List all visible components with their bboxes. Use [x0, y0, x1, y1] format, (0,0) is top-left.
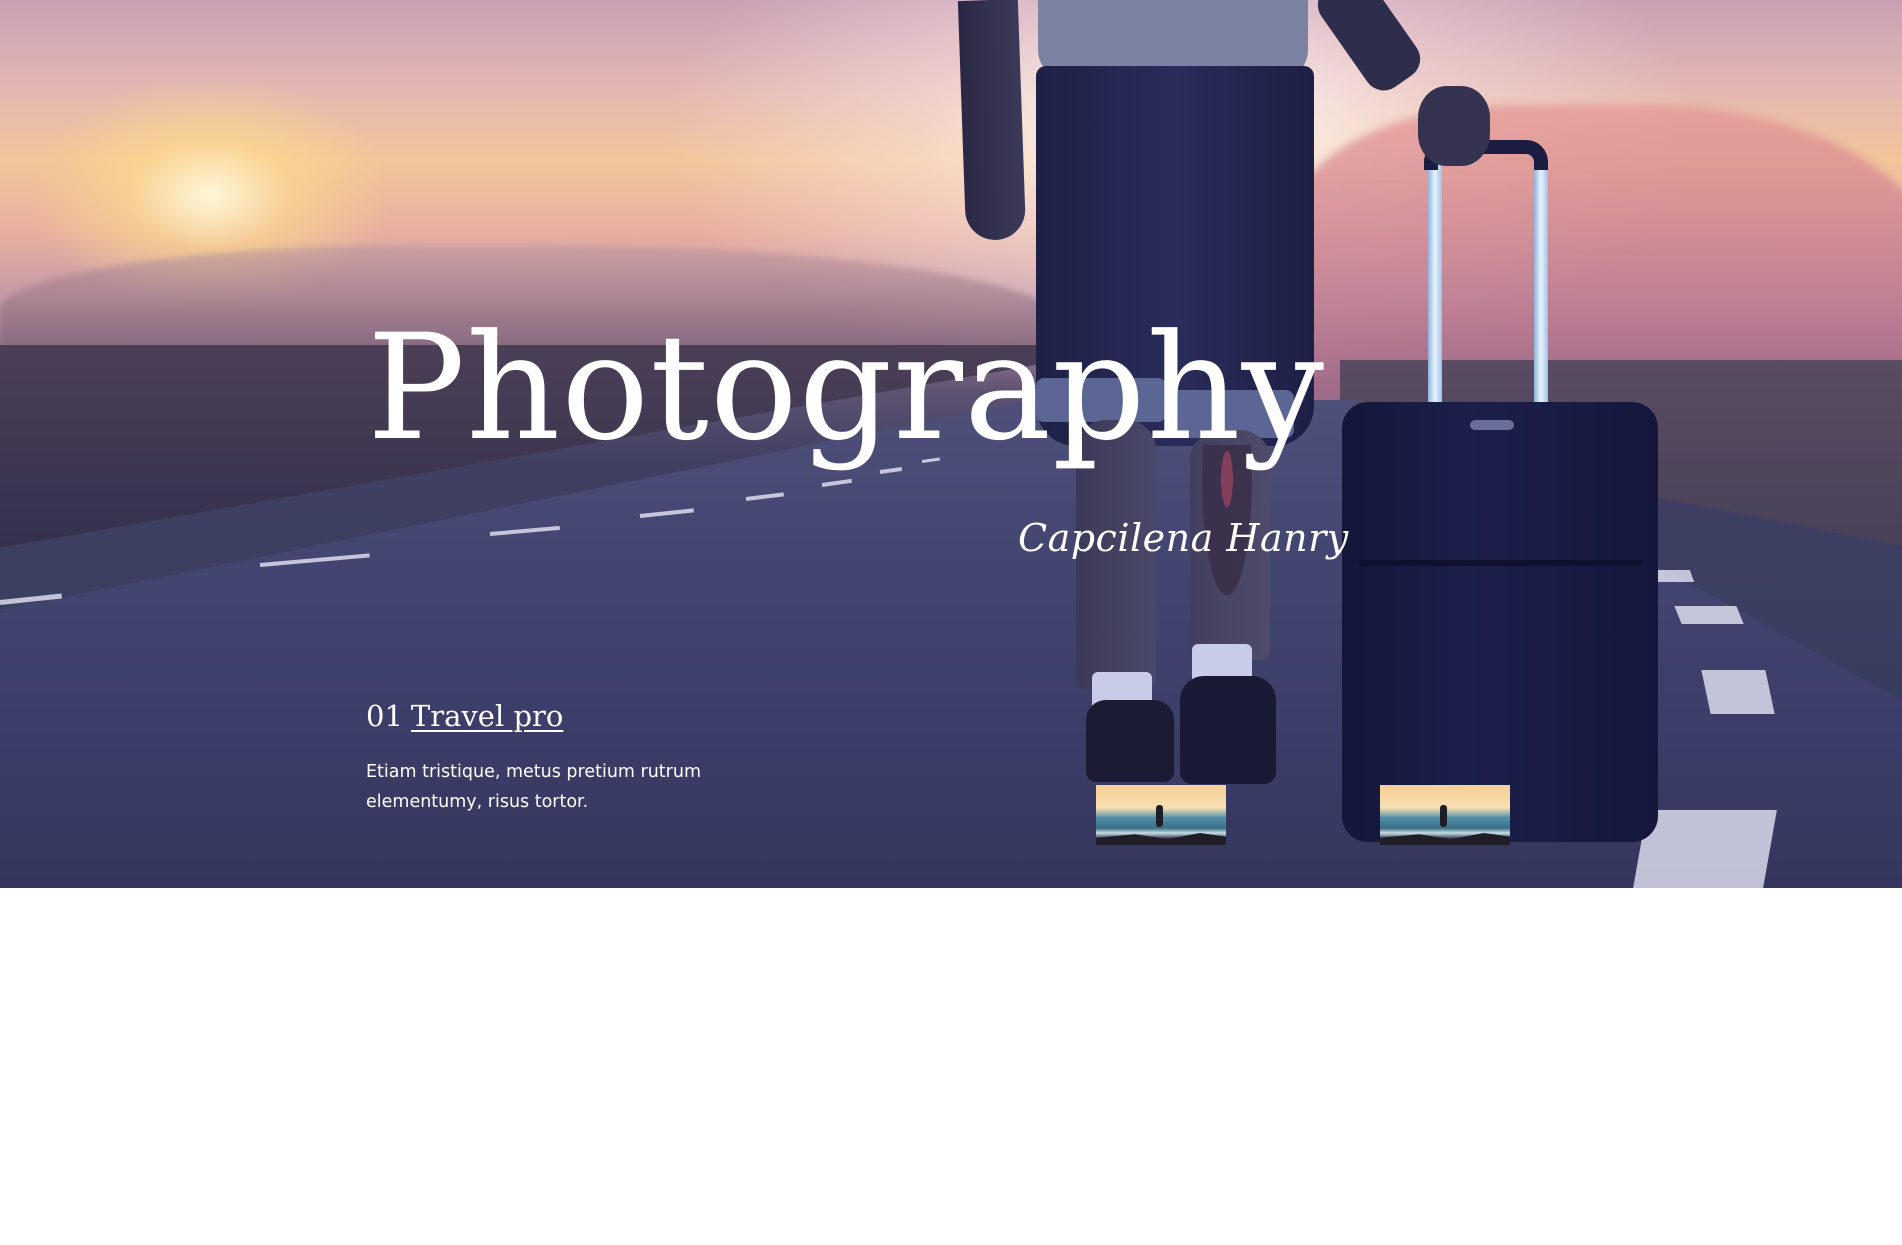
road-dash [1674, 606, 1744, 624]
thumbnail-strip [1096, 785, 1510, 1245]
person-left-arm [957, 0, 1027, 241]
slide-description: Etiam tristique, metus pretium rutrum el… [366, 762, 702, 812]
photographer-signature: Capcilena Hanry [1018, 516, 1349, 560]
thumbnail-rocks [1380, 833, 1510, 845]
suitcase-pole-right [1534, 162, 1548, 412]
slide-number: 01 [366, 699, 403, 733]
thumbnail-figure [1440, 805, 1447, 827]
suitcase-badge [1470, 420, 1514, 430]
road-dash [1701, 670, 1775, 714]
hero-title: Photography [367, 303, 1326, 473]
shoe-left [1086, 700, 1174, 782]
shoe-right [1180, 676, 1276, 784]
thumbnail-road-suitcase[interactable] [1238, 1185, 1368, 1245]
slide-title-link[interactable]: Travel pro [411, 699, 563, 733]
suitcase-pole-left [1428, 162, 1442, 412]
person-right-hand [1418, 86, 1490, 166]
slide-heading: 01 Travel pro [366, 699, 563, 733]
thumbnail-sunset-sea[interactable] [1096, 785, 1226, 845]
person-right-arm [1310, 0, 1428, 99]
suitcase-seam [1358, 560, 1642, 566]
suitcase [1342, 402, 1658, 842]
thumbnail-rocks [1096, 833, 1226, 845]
thumbnail-figure [1156, 805, 1163, 827]
thumbnail-sunset-sea-2[interactable] [1380, 785, 1510, 845]
thumbnail-suitcase [1330, 1211, 1348, 1241]
thumbnail-figure [1306, 1185, 1324, 1225]
